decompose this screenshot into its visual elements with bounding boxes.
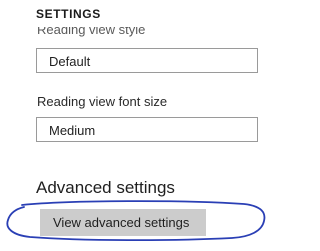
panel-title: SETTINGS — [36, 7, 101, 21]
settings-header: SETTINGS — [0, 0, 267, 27]
reading-view-font-size-value: Medium — [49, 123, 96, 138]
reading-view-font-size-select[interactable]: Medium — [36, 117, 258, 142]
view-advanced-settings-label: View advanced settings — [53, 215, 190, 230]
reading-view-style-value: Default — [49, 54, 91, 69]
view-advanced-settings-button[interactable]: View advanced settings — [40, 209, 206, 236]
settings-panel: SETTINGS Reading view style Default Read… — [0, 0, 267, 251]
reading-view-font-size-label: Reading view font size — [37, 94, 168, 109]
reading-view-style-select[interactable]: Default — [36, 48, 258, 73]
advanced-settings-heading: Advanced settings — [36, 178, 175, 197]
